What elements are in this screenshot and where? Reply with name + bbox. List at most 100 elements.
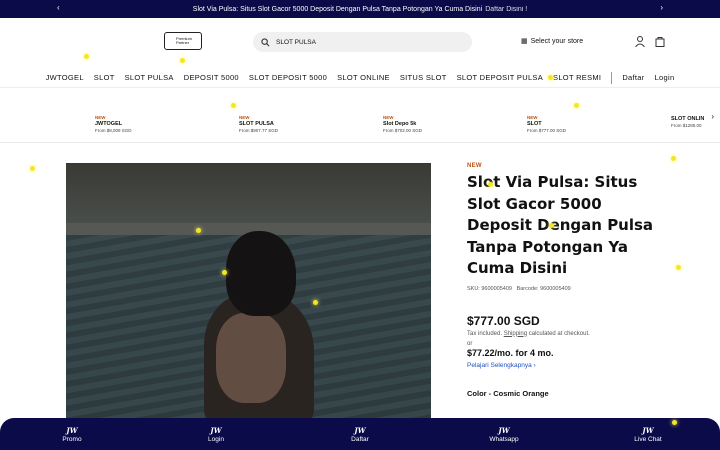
jw-logo-icon: JW xyxy=(210,425,222,435)
learn-more-label: Pelajari Selengkapnya xyxy=(467,361,532,369)
announcement-text: Slot Via Pulsa: Situs Slot Gacor 5000 De… xyxy=(192,5,483,13)
carousel-name: JWTOGEL xyxy=(95,121,123,127)
nav-item-slot-deposit-pulsa[interactable]: SLOT DEPOSIT PULSA xyxy=(457,73,543,82)
nav-item-slot-pulsa[interactable]: SLOT PULSA xyxy=(125,73,174,82)
sparkle-decoration xyxy=(549,223,554,228)
shipping-link[interactable]: Shipping xyxy=(504,331,527,337)
carousel-price: From $1285.00 xyxy=(671,123,702,128)
bottom-nav: JW Promo JW Login JW Daftar JW Whatsapp … xyxy=(0,418,720,450)
carousel-tag: NEW xyxy=(95,115,106,120)
jw-logo-icon: JW xyxy=(642,425,654,435)
chevron-right-icon[interactable]: › xyxy=(660,3,663,12)
carousel-price: From $702.00 SGD xyxy=(383,128,423,133)
chevron-right-icon[interactable]: › xyxy=(711,112,714,121)
person-hair xyxy=(226,231,296,316)
search-input[interactable]: SLOT PULSA xyxy=(253,32,472,52)
chevron-left-icon[interactable]: ‹ xyxy=(57,3,60,12)
sparkle-decoration xyxy=(30,166,35,171)
installment-price: $77.22/mo. for 4 mo. xyxy=(467,347,554,358)
store-icon: ▦ xyxy=(521,38,528,45)
main-nav: JWTOGEL SLOT SLOT PULSA DEPOSIT 5000 SLO… xyxy=(0,66,720,88)
sparkle-decoration xyxy=(671,156,676,161)
product-barcode: Barcode: 9600005409 xyxy=(516,285,571,292)
header: Premium Partner SLOT PULSA ▦ Select your… xyxy=(0,18,720,66)
bottom-nav-login[interactable]: JW Login xyxy=(176,426,256,443)
jw-logo-icon: JW xyxy=(354,425,366,435)
bottom-nav-label: Promo xyxy=(62,435,82,443)
nav-item-slot-resmi[interactable]: SLOT RESMI xyxy=(553,73,601,82)
carousel-name: SLOT PULSA xyxy=(239,121,274,127)
sparkle-decoration xyxy=(196,228,201,233)
sparkle-decoration xyxy=(180,58,185,63)
search-icon xyxy=(261,37,270,46)
carousel-tag: NEW xyxy=(527,115,538,120)
jw-logo-icon: JW xyxy=(498,425,510,435)
account-icon[interactable] xyxy=(635,36,645,47)
or-text: or xyxy=(467,340,473,347)
carousel-name: SLOT xyxy=(527,121,542,127)
nav-item-jwtogel[interactable]: JWTOGEL xyxy=(46,73,84,82)
chevron-right-icon: › xyxy=(533,361,536,369)
bottom-nav-daftar[interactable]: JW Daftar xyxy=(320,426,400,443)
product-sku-row: SKU: 9600005409 Barcode: 9600005409 xyxy=(467,286,667,292)
carousel-item[interactable]: NEW SLOT PULSA From $907.77 SGD xyxy=(239,115,278,133)
carousel-price: From $907.77 SGD xyxy=(239,128,279,133)
sparkle-decoration xyxy=(574,103,579,108)
nav-login[interactable]: Login xyxy=(655,73,675,82)
sparkle-decoration xyxy=(313,300,318,305)
bottom-nav-whatsapp[interactable]: JW Whatsapp xyxy=(464,426,544,443)
tax-pre: Tax included. xyxy=(467,330,503,337)
jw-logo-icon: JW xyxy=(66,425,78,435)
learn-more-link[interactable]: Pelajari Selengkapnya › xyxy=(467,362,667,369)
carousel-tag: NEW xyxy=(239,115,250,120)
store-label: Select your store xyxy=(530,37,584,45)
sparkle-decoration xyxy=(84,54,89,59)
tax-post: calculated at checkout. xyxy=(528,330,590,337)
announcement-link[interactable]: Daftar Disini ! xyxy=(485,6,527,13)
sparkle-decoration xyxy=(231,103,236,108)
nav-item-slot-online[interactable]: SLOT ONLINE xyxy=(337,73,390,82)
bottom-nav-live-chat[interactable]: JW Live Chat xyxy=(608,426,688,443)
bottom-nav-promo[interactable]: JW Promo xyxy=(32,426,112,443)
nav-daftar[interactable]: Daftar xyxy=(622,73,644,82)
bottom-nav-label: Daftar xyxy=(351,435,369,443)
carousel-item[interactable]: NEW SLOT From $777.00 SGD xyxy=(527,115,566,133)
announcement-bar: ‹ Slot Via Pulsa: Situs Slot Gacor 5000 … xyxy=(0,0,720,18)
carousel-price: From $777.00 SGD xyxy=(527,128,567,133)
search-value: SLOT PULSA xyxy=(276,38,316,46)
nav-item-situs-slot[interactable]: SITUS SLOT xyxy=(400,73,447,82)
carousel-item[interactable]: SLOT ONLIN From $1285.00 xyxy=(671,115,705,128)
product-tag: NEW xyxy=(467,163,482,169)
carousel-item[interactable]: NEW Slot Depo 5k From $702.00 SGD xyxy=(383,115,422,133)
product-image[interactable] xyxy=(66,163,431,418)
bottom-nav-label: Whatsapp xyxy=(489,435,519,443)
carousel-name: SLOT ONLIN xyxy=(671,116,705,122)
bottom-nav-label: Live Chat xyxy=(634,435,662,443)
nav-item-slot-deposit-5000[interactable]: SLOT DEPOSIT 5000 xyxy=(249,73,327,82)
product-price: $777.00 SGD xyxy=(467,313,540,328)
premium-partner-badge: Premium Partner xyxy=(164,32,202,50)
carousel-name: Slot Depo 5k xyxy=(383,121,417,127)
nav-divider xyxy=(611,71,613,84)
product-sku: SKU: 9600005409 xyxy=(467,285,512,292)
tax-note: Tax included. Shipping calculated at che… xyxy=(467,331,667,337)
sparkle-decoration xyxy=(676,265,681,270)
product-title: Slot Via Pulsa: Situs Slot Gacor 5000 De… xyxy=(467,173,654,277)
person-skin xyxy=(216,313,286,403)
store-selector[interactable]: ▦ Select your store xyxy=(521,37,584,46)
category-carousel: NEW JWTOGEL From $8,009 SGD NEW SLOT PUL… xyxy=(0,88,720,143)
carousel-price: From $8,009 SGD xyxy=(95,128,132,133)
cart-icon[interactable] xyxy=(655,36,665,47)
badge-bottom: Partner xyxy=(175,40,190,45)
color-label: Color - Cosmic Orange xyxy=(467,388,549,398)
carousel-item[interactable]: NEW JWTOGEL From $8,009 SGD xyxy=(95,115,132,133)
carousel-tag: NEW xyxy=(383,115,394,120)
bottom-nav-label: Login xyxy=(208,435,224,443)
sparkle-decoration xyxy=(222,270,227,275)
product-info: NEW Slot Via Pulsa: Situs Slot Gacor 500… xyxy=(467,163,667,398)
sparkle-decoration xyxy=(672,420,677,425)
header-icons xyxy=(635,36,665,47)
nav-item-deposit-5000[interactable]: DEPOSIT 5000 xyxy=(184,73,239,82)
sparkle-decoration xyxy=(548,75,553,80)
nav-item-slot[interactable]: SLOT xyxy=(94,73,115,82)
